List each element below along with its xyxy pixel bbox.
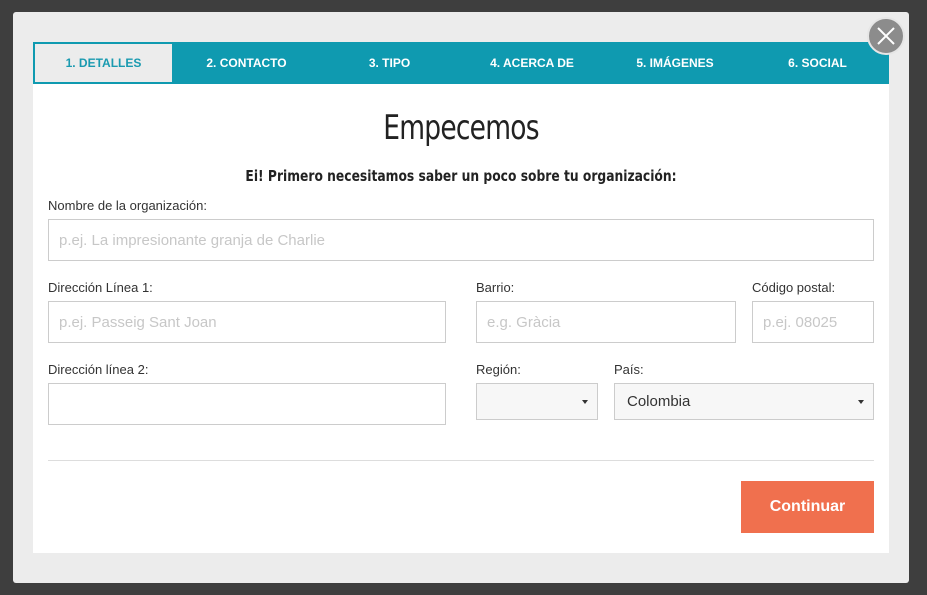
form-panel: 1. DETALLES 2. CONTACTO 3. TIPO 4. ACERC…	[33, 42, 889, 553]
country-select[interactable]: Colombia	[614, 383, 874, 420]
close-icon	[877, 27, 895, 45]
tab-acerca-de[interactable]: 4. ACERCA DE	[460, 42, 604, 84]
step-tabs: 1. DETALLES 2. CONTACTO 3. TIPO 4. ACERC…	[33, 42, 889, 84]
tab-imagenes[interactable]: 5. IMÁGENES	[604, 42, 746, 84]
close-button[interactable]	[867, 17, 905, 55]
page-subtitle: Ei! Primero necesitamos saber un poco so…	[245, 167, 677, 185]
address2-input[interactable]	[48, 383, 446, 425]
tab-tipo[interactable]: 3. TIPO	[319, 42, 460, 84]
divider	[48, 460, 874, 461]
org-name-input[interactable]	[48, 219, 874, 261]
neighborhood-label: Barrio:	[476, 280, 515, 295]
chevron-down-icon	[858, 400, 864, 404]
region-label: Región:	[476, 362, 521, 377]
country-label: País:	[614, 362, 644, 377]
postal-code-input[interactable]	[752, 301, 874, 343]
postal-code-label: Código postal:	[752, 280, 836, 295]
chevron-down-icon	[582, 400, 588, 404]
address1-input[interactable]	[48, 301, 446, 343]
tab-contacto[interactable]: 2. CONTACTO	[174, 42, 319, 84]
address1-label: Dirección Línea 1:	[48, 280, 153, 295]
country-value: Colombia	[627, 393, 691, 410]
tab-detalles[interactable]: 1. DETALLES	[33, 42, 174, 84]
address2-label: Dirección línea 2:	[48, 362, 149, 377]
page-title: Empecemos	[383, 108, 539, 148]
region-select[interactable]	[476, 383, 598, 420]
tab-social[interactable]: 6. SOCIAL	[746, 42, 889, 84]
org-name-label: Nombre de la organización:	[48, 198, 207, 213]
continue-button[interactable]: Continuar	[741, 481, 874, 533]
neighborhood-input[interactable]	[476, 301, 736, 343]
